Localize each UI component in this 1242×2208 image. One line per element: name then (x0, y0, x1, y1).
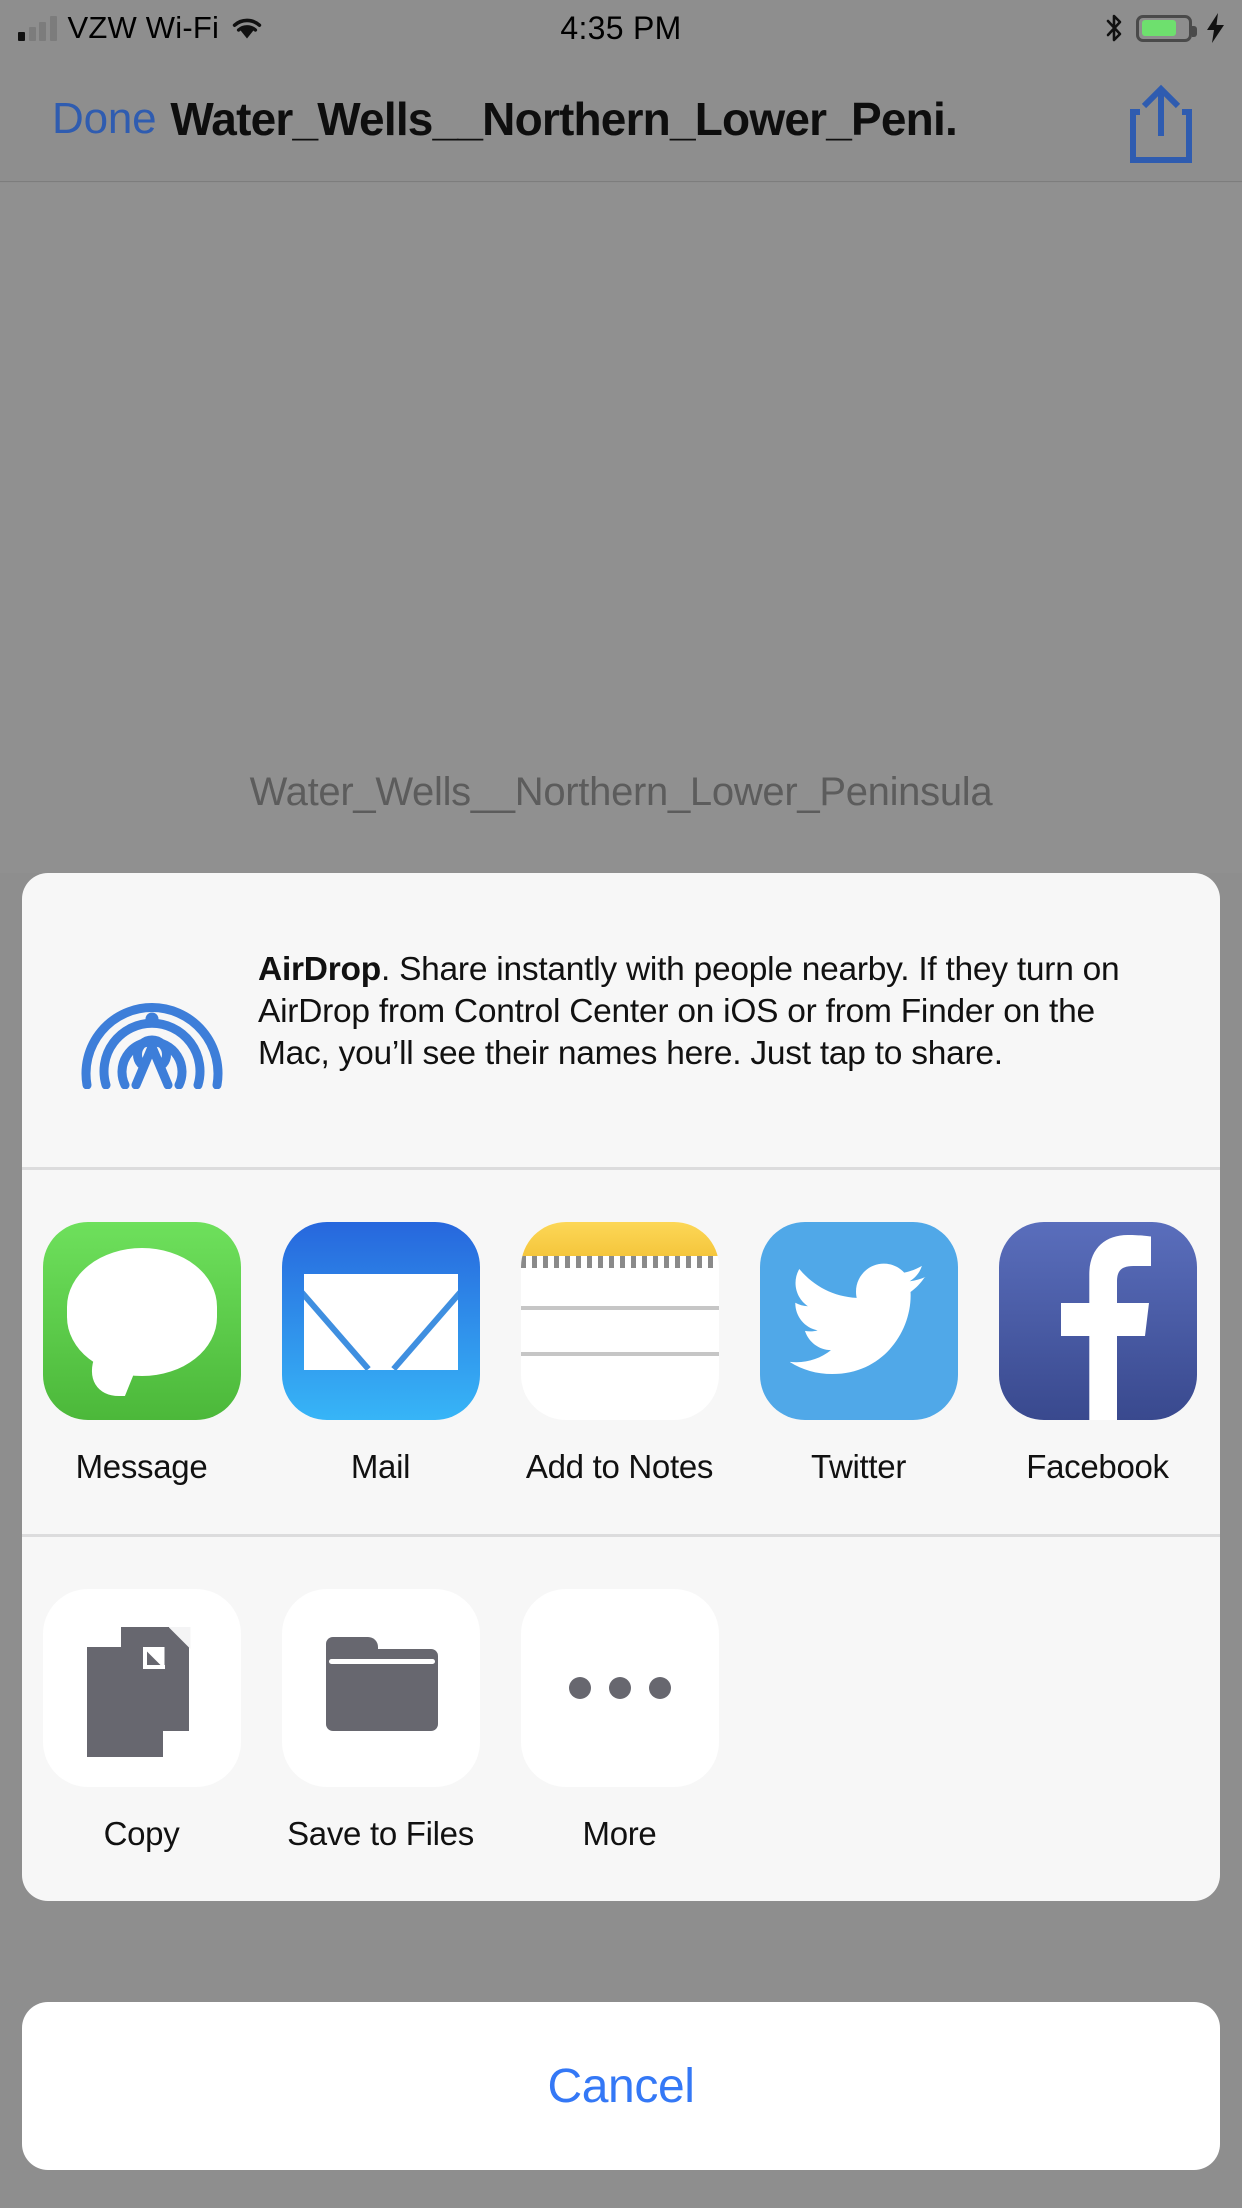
folder-icon (281, 1589, 480, 1787)
battery-icon (1136, 14, 1197, 42)
app-share-row[interactable]: Message Mail Add to Notes Twitter Facebo… (22, 1170, 1220, 1534)
share-target-notes[interactable]: Add to Notes (500, 1222, 739, 1486)
cancel-label: Cancel (547, 2059, 695, 2113)
airdrop-title: AirDrop (258, 951, 381, 988)
share-icon[interactable] (1124, 84, 1198, 164)
action-save-to-files[interactable]: Save to Files (261, 1589, 500, 1853)
twitter-app-icon (759, 1222, 958, 1420)
cancel-button[interactable]: Cancel (22, 2002, 1220, 2170)
navigation-bar: Done Water_Wells__Northern_Lower_Peni... (0, 56, 1242, 182)
share-target-mail[interactable]: Mail (261, 1222, 500, 1486)
app-label: Add to Notes (525, 1448, 714, 1485)
document-filename: Water_Wells__Northern_Lower_Peninsula (249, 770, 993, 814)
app-label: Twitter (810, 1448, 907, 1485)
airdrop-icon (68, 933, 236, 1089)
app-label: Mail (350, 1448, 411, 1485)
status-bar-right (1104, 0, 1228, 56)
airdrop-description: AirDrop. Share instantly with people nea… (258, 933, 1174, 1075)
action-row[interactable]: Copy Save to Files More (22, 1537, 1220, 1901)
bluetooth-icon (1106, 14, 1122, 42)
share-target-message[interactable]: Message (22, 1222, 261, 1486)
done-button[interactable]: Done (52, 94, 157, 144)
app-label: Facebook (1026, 1448, 1169, 1485)
facebook-app-icon (998, 1222, 1197, 1420)
status-bar: VZW Wi-Fi 4:35 PM (0, 0, 1242, 56)
lightning-bolt-icon (1207, 13, 1224, 43)
iphone-screen: VZW Wi-Fi 4:35 PM Done Water_Wells__Nort… (0, 0, 1242, 2208)
action-label: Copy (103, 1815, 180, 1852)
action-copy[interactable]: Copy (22, 1589, 261, 1853)
action-more[interactable]: More (500, 1589, 739, 1853)
share-target-facebook[interactable]: Facebook (978, 1222, 1217, 1486)
app-label: Message (75, 1448, 208, 1485)
airdrop-section[interactable]: AirDrop. Share instantly with people nea… (22, 873, 1220, 1167)
action-label: More (582, 1815, 657, 1852)
page-title: Water_Wells__Northern_Lower_Peni... (170, 92, 961, 145)
messages-app-icon (42, 1222, 241, 1420)
ellipsis-icon (520, 1589, 719, 1787)
share-sheet: AirDrop. Share instantly with people nea… (22, 873, 1220, 1901)
notes-app-icon (520, 1222, 719, 1420)
status-bar-center: 4:35 PM (0, 0, 1242, 56)
clock-label: 4:35 PM (560, 9, 682, 46)
share-target-twitter[interactable]: Twitter (739, 1222, 978, 1486)
airdrop-description-text: . Share instantly with people nearby. If… (258, 951, 1120, 1072)
copy-icon (42, 1589, 241, 1787)
action-label: Save to Files (287, 1815, 474, 1852)
mail-app-icon (281, 1222, 480, 1420)
